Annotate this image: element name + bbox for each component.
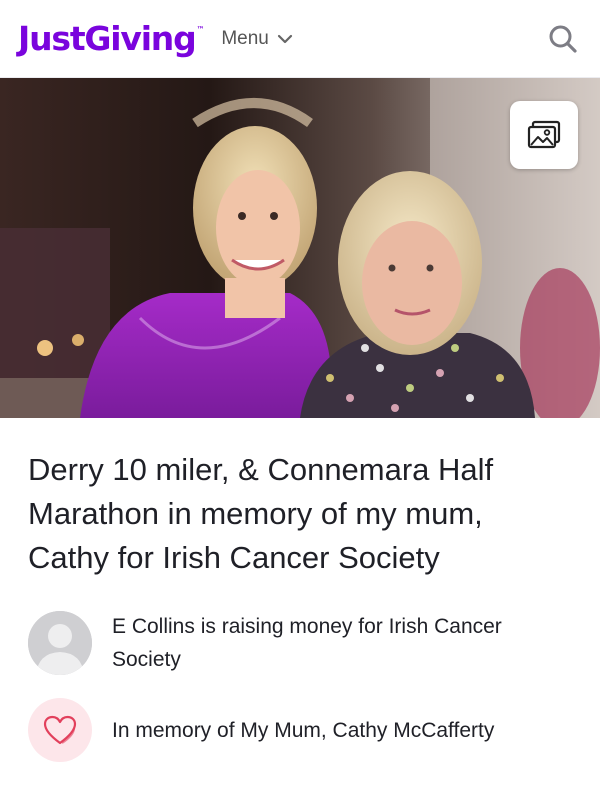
top-bar: JustGiving™ Menu xyxy=(0,0,600,78)
menu-label: Menu xyxy=(221,27,269,49)
memory-text: In memory of My Mum, Cathy McCafferty xyxy=(112,718,495,742)
hero-photo xyxy=(0,78,600,418)
fundraiser-text: E Collins is raising money for Irish Can… xyxy=(112,615,502,671)
default-user-icon xyxy=(28,611,92,675)
heart-icon xyxy=(43,715,77,745)
menu-button[interactable]: Menu xyxy=(221,28,293,50)
fundraiser-row: E Collins is raising money for Irish Can… xyxy=(28,610,572,676)
search-button[interactable] xyxy=(548,24,578,54)
page-title: Derry 10 miler, & Connemara Half Maratho… xyxy=(28,452,494,575)
search-icon xyxy=(549,25,577,53)
justgiving-logo[interactable]: JustGiving™ xyxy=(18,19,205,58)
gallery-button[interactable] xyxy=(510,101,578,169)
memory-row: In memory of My Mum, Cathy McCafferty xyxy=(28,698,572,762)
memory-badge xyxy=(28,698,92,762)
image-gallery-icon xyxy=(527,120,561,149)
avatar[interactable] xyxy=(28,611,92,675)
chevron-down-icon xyxy=(277,34,292,43)
